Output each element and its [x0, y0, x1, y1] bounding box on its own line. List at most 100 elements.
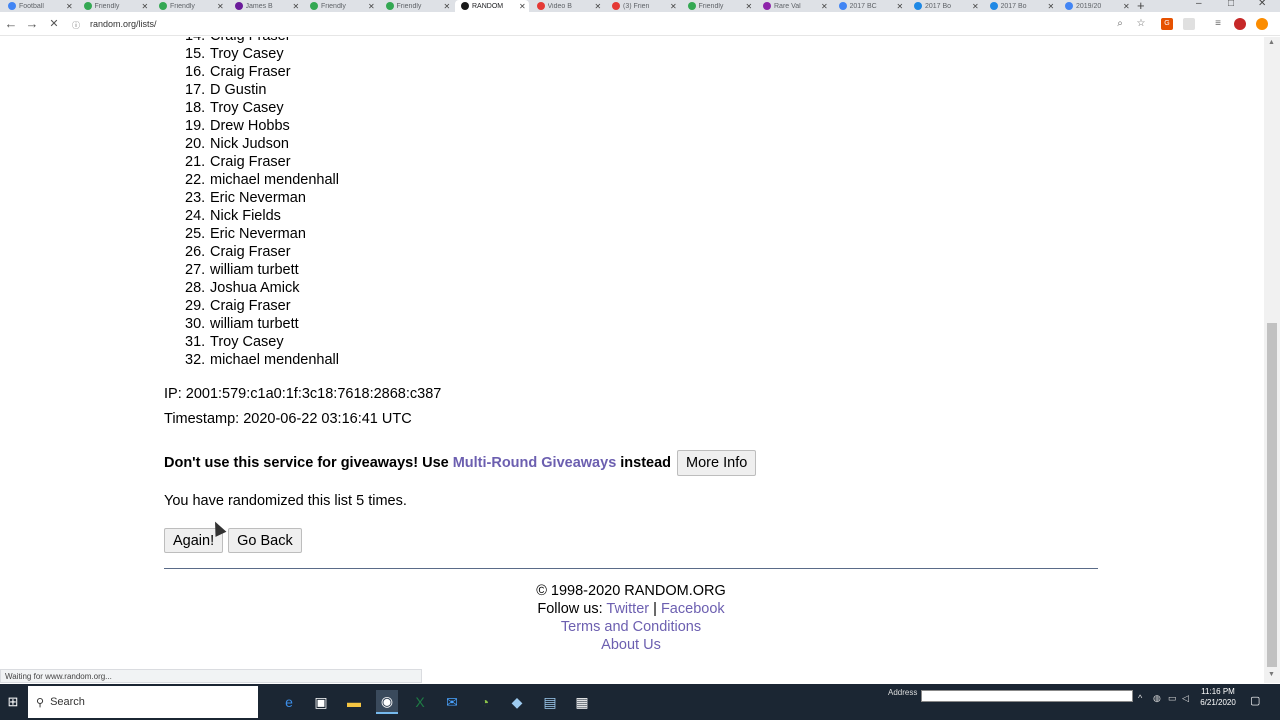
scrollbar[interactable]: ▲ ▼	[1264, 37, 1280, 683]
excel-icon[interactable]: X	[409, 690, 431, 714]
tab-close-icon[interactable]: ✕	[66, 2, 73, 11]
browser-tab[interactable]: Video B ✕	[531, 0, 605, 12]
tab-close-icon[interactable]: ✕	[670, 2, 677, 11]
browser-tab[interactable]: Friendly ✕	[153, 0, 227, 12]
action-buttons: Again! Go Back	[164, 528, 302, 553]
network-icon[interactable]: ▭	[1168, 693, 1177, 704]
browser-tab[interactable]: James B ✕	[229, 0, 303, 12]
tray-chevron-icon[interactable]: ^	[1138, 693, 1142, 703]
tab-close-icon[interactable]: ✕	[1123, 2, 1130, 11]
go-back-button[interactable]: Go Back	[228, 528, 302, 553]
browser-tab[interactable]: Friendly ✕	[380, 0, 454, 12]
more-info-button[interactable]: More Info	[677, 450, 757, 476]
update-icon[interactable]	[1256, 18, 1268, 30]
extension-icon[interactable]	[1183, 18, 1195, 30]
system-clock[interactable]: 11:16 PM 6/21/2020	[1195, 686, 1241, 708]
profile-avatar[interactable]	[1234, 18, 1246, 30]
browser-tab[interactable]: 2017 Bo ✕	[984, 0, 1058, 12]
browser-tab[interactable]: Friendly ✕	[78, 0, 152, 12]
facebook-link[interactable]: Facebook	[661, 601, 725, 617]
mail-icon[interactable]: ✉	[441, 690, 463, 714]
browser-tab[interactable]: Friendly ✕	[682, 0, 756, 12]
tab-close-icon[interactable]: ✕	[368, 2, 375, 11]
screen-icon[interactable]: ▤	[539, 690, 561, 714]
forward-arrow-icon[interactable]: →	[24, 16, 40, 32]
browser-tab[interactable]: Football ✕	[2, 0, 76, 12]
tab-label: Friendly	[321, 2, 346, 10]
list-item-name: william turbett	[210, 262, 299, 278]
scroll-down-icon[interactable]: ▼	[1268, 671, 1275, 678]
tab-favicon-icon	[914, 2, 922, 10]
tab-favicon-icon	[83, 2, 92, 10]
footer-divider	[164, 568, 1098, 569]
volume-icon[interactable]: ◁	[1182, 693, 1189, 704]
list-item-name: michael mendenhall	[210, 172, 339, 188]
zoom-icon[interactable]: ⌕	[1114, 18, 1126, 30]
scrollbar-thumb[interactable]	[1267, 323, 1277, 667]
list-item-name: Nick Fields	[210, 208, 281, 224]
browser-tab[interactable]: (3) Frien ✕	[606, 0, 680, 12]
list-item: 18. Troy Casey	[185, 99, 339, 117]
list-item-name: Joshua Amick	[210, 280, 300, 296]
twitter-link[interactable]: Twitter	[606, 601, 649, 617]
browser-tab[interactable]: 2017 BC ✕	[833, 0, 907, 12]
app-icon[interactable]: ◆	[506, 690, 528, 714]
scroll-up-icon[interactable]: ▲	[1268, 39, 1275, 46]
new-tab-icon[interactable]: +	[1137, 0, 1145, 12]
tray-app-icon[interactable]: ◍	[1153, 693, 1161, 704]
browser-tab[interactable]: RANDOM ✕	[455, 0, 529, 12]
multi-round-giveaways-link[interactable]: Multi-Round Giveaways	[453, 455, 617, 471]
giveaway-notice: Don't use this service for giveaways! Us…	[164, 450, 757, 476]
list-item-number: 18.	[185, 100, 206, 116]
bookmark-star-icon[interactable]: ☆	[1135, 18, 1147, 30]
tab-close-icon[interactable]: ✕	[444, 2, 451, 11]
browser-tab[interactable]: 2017 Bo ✕	[908, 0, 982, 12]
tab-close-icon[interactable]: ✕	[293, 2, 300, 11]
store-icon[interactable]: ▣	[310, 690, 332, 714]
tab-label: Friendly	[170, 2, 195, 10]
chrome-icon[interactable]: ◉	[376, 690, 398, 714]
tab-close-icon[interactable]: ✕	[1048, 2, 1055, 11]
tab-close-icon[interactable]: ✕	[821, 2, 828, 11]
about-link[interactable]: About Us	[601, 637, 661, 653]
reading-list-icon[interactable]: ≡	[1212, 18, 1224, 30]
taskbar-search[interactable]: ⚲ Search	[28, 686, 258, 718]
list-item-name: Eric Neverman	[210, 226, 306, 242]
browser-tab[interactable]: Friendly ✕	[304, 0, 378, 12]
list-item: 23. Eric Neverman	[185, 189, 339, 207]
browser-tab[interactable]: 2019/20 ✕	[1059, 0, 1133, 12]
tab-close-icon[interactable]: ✕	[972, 2, 979, 11]
back-arrow-icon[interactable]: ←	[3, 16, 19, 32]
tab-close-icon[interactable]: ✕	[142, 2, 149, 11]
browser-tab[interactable]: Rare Val ✕	[757, 0, 831, 12]
giveaway-suffix: instead	[620, 455, 672, 471]
tab-close-icon[interactable]: ✕	[897, 2, 904, 11]
stop-loading-icon[interactable]: ✕	[46, 16, 62, 32]
tab-close-icon[interactable]: ✕	[746, 2, 753, 11]
close-window-icon[interactable]: ✕	[1258, 0, 1266, 9]
windows-start-icon[interactable]: ⊞	[0, 684, 26, 720]
tab-favicon-icon	[385, 2, 394, 10]
file-explorer-icon[interactable]: ▬	[343, 690, 365, 714]
tab-label: James B	[245, 2, 273, 10]
address-bar[interactable]: ⓘ random.org/lists/	[72, 15, 1132, 33]
list-item-number: 17.	[185, 82, 206, 98]
calculator-icon[interactable]: ▦	[571, 690, 593, 714]
list-item-name: Craig Fraser	[210, 37, 291, 45]
tab-close-icon[interactable]: ✕	[519, 2, 526, 11]
maximize-icon[interactable]: □	[1228, 0, 1234, 9]
terms-link[interactable]: Terms and Conditions	[561, 619, 701, 635]
tab-favicon-icon	[8, 2, 16, 10]
network-app-icon[interactable]: ◔	[474, 690, 496, 714]
notification-icon[interactable]: ▢	[1250, 694, 1260, 707]
randomized-list: 14. Craig Fraser 15.Troy Casey16.Craig F…	[185, 37, 339, 369]
edge-icon[interactable]: e	[278, 690, 300, 714]
tab-close-icon[interactable]: ✕	[595, 2, 602, 11]
address-toolbar-label: Address	[888, 688, 918, 697]
info-icon[interactable]: ⓘ	[72, 20, 80, 30]
extension-icon[interactable]: G	[1161, 18, 1173, 30]
minimize-icon[interactable]: –	[1196, 0, 1202, 9]
randomized-count: You have randomized this list 5 times.	[164, 493, 407, 509]
tab-close-icon[interactable]: ✕	[217, 2, 224, 11]
address-toolbar-input[interactable]	[921, 690, 1133, 702]
